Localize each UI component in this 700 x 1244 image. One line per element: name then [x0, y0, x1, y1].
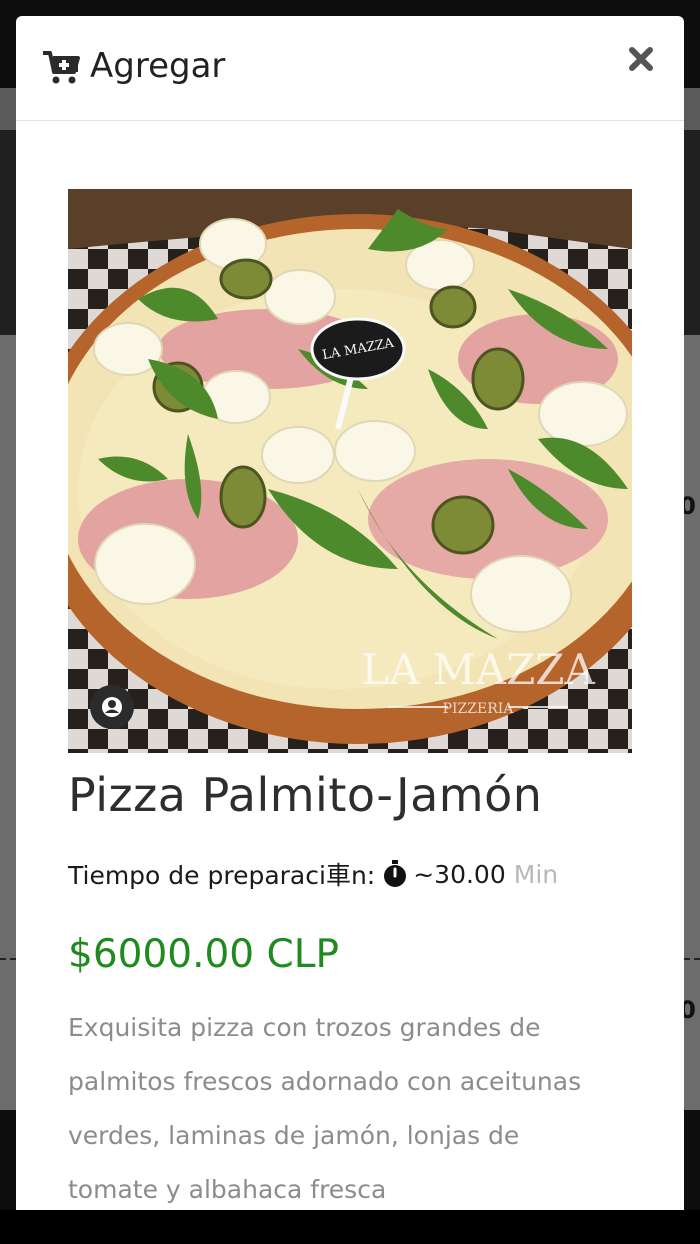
add-to-cart-modal: Agregar LA MAZZA LA MAZZA PIZZERIA Pizza… — [16, 16, 684, 1210]
cart-plus-icon — [43, 51, 80, 84]
modal-title: Agregar — [90, 46, 226, 86]
product-price: $6000.00 CLP — [68, 932, 339, 977]
watermark-brand: LA MAZZA — [361, 645, 595, 694]
bottom-bar — [0, 1210, 700, 1244]
product-name: Pizza Palmito-Jamón — [68, 768, 543, 822]
close-icon[interactable] — [626, 44, 656, 74]
prep-value: ~30.00 — [413, 859, 506, 889]
stopwatch-icon — [384, 860, 407, 887]
prep-unit: Min — [513, 859, 559, 889]
product-description: Exquisita pizza con trozos grandes de pa… — [68, 1013, 582, 1204]
preparation-time: Tiempo de preparaci車n: ~30.00 Min — [68, 856, 558, 892]
product-image: LA MAZZA LA MAZZA PIZZERIA — [68, 189, 632, 753]
prep-label: Tiempo de preparaci車n: — [68, 861, 376, 890]
modal-header: Agregar — [16, 16, 684, 121]
pizza-photo: LA MAZZA LA MAZZA PIZZERIA — [68, 189, 632, 753]
watermark-sub: PIZZERIA — [443, 701, 515, 717]
